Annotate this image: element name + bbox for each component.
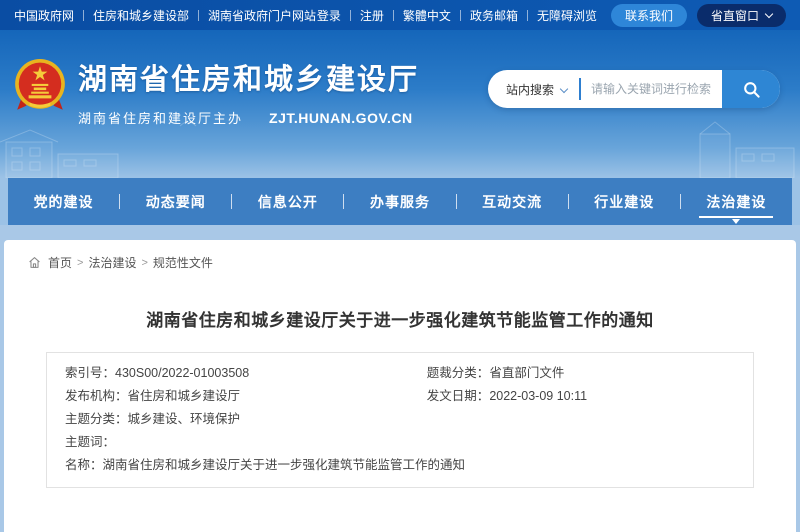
divider [527,10,528,21]
divider [393,10,394,21]
nav-active-label: 法治建设 [706,192,766,212]
site-subtitle: 湖南省住房和建设厅主办 [78,108,243,127]
meta-date-label: 发文日期： [427,389,490,403]
meta-category-label: 主题分类： [65,412,128,426]
search-button[interactable] [722,70,780,108]
document-meta-table: 索引号：430S00/2022-01003508 题裁分类：省直部门文件 发布机… [46,352,754,488]
active-tab-caret-icon [732,219,740,224]
meta-publisher-value: 省住房和城乡建设厅 [128,389,241,403]
search-input[interactable] [581,82,722,96]
site-domain: ZJT.HUNAN.GOV.CN [269,110,413,126]
meta-index-value: 430S00/2022-01003508 [115,366,249,380]
register-link[interactable]: 注册 [360,7,384,24]
accessibility-link[interactable]: 无障碍浏览 [537,7,597,24]
active-tab-underline [699,216,773,218]
meta-genre: 题裁分类：省直部门文件 [427,362,735,385]
national-emblem-logo [14,58,66,116]
link-mohurd[interactable]: 住房和城乡建设部 [93,7,189,24]
meta-genre-label: 题裁分类： [427,366,490,380]
page-title: 湖南省住房和城乡建设厅关于进一步强化建筑节能监管工作的通知 [4,306,796,331]
nav-services[interactable]: 办事服务 [344,178,455,225]
login-link[interactable]: 登录 [317,7,341,24]
breadcrumb-separator: > [77,257,83,269]
divider [83,10,84,21]
provincial-window-label: 省直窗口 [711,7,759,24]
search-scope-label: 站内搜索 [506,81,554,98]
search-icon [742,80,761,99]
meta-publisher-label: 发布机构： [65,389,128,403]
meta-date-value: 2022-03-09 10:11 [489,389,587,403]
contact-us-button[interactable]: 联系我们 [611,4,687,27]
chevron-down-icon [765,9,773,17]
home-icon [28,256,41,269]
brand-text: 湖南省住房和城乡建设厅 湖南省住房和建设厅主办 ZJT.HUNAN.GOV.CN [78,56,419,127]
meta-date: 发文日期：2022-03-09 10:11 [427,385,735,408]
meta-index-label: 索引号： [65,366,115,380]
breadcrumb-separator: > [141,257,147,269]
meta-keywords: 主题词： [65,431,735,454]
meta-row: 名称：湖南省住房和城乡建设厅关于进一步强化建筑节能监管工作的通知 [65,454,735,477]
main-nav-wrap: 党的建设 动态要闻 信息公开 办事服务 互动交流 行业建设 法治建设 [0,178,800,225]
divider [198,10,199,21]
breadcrumb-home[interactable]: 首页 [48,254,72,271]
meta-publisher: 发布机构：省住房和城乡建设厅 [65,385,427,408]
meta-row: 主题词： [65,431,735,454]
nav-interaction[interactable]: 互动交流 [457,178,568,225]
meta-row: 发布机构：省住房和城乡建设厅 发文日期：2022-03-09 10:11 [65,385,735,408]
topbar-left-links: 中国政府网 住房和城乡建设部 湖南省政府门户网站 [14,7,316,24]
breadcrumb-normative-docs[interactable]: 规范性文件 [153,254,213,271]
meta-category-value: 城乡建设、环境保护 [128,412,241,426]
content-card: 首页 > 法治建设 > 规范性文件 湖南省住房和城乡建设厅关于进一步强化建筑节能… [4,240,796,532]
content-wrap: 首页 > 法治建设 > 规范性文件 湖南省住房和城乡建设厅关于进一步强化建筑节能… [0,225,800,532]
top-utility-bar: 中国政府网 住房和城乡建设部 湖南省政府门户网站 登录 注册 繁體中文 政务邮箱… [0,0,800,30]
meta-keywords-label: 主题词： [65,435,115,449]
search-scope-dropdown[interactable]: 站内搜索 [488,81,579,98]
link-china-gov[interactable]: 中国政府网 [14,7,74,24]
meta-index: 索引号：430S00/2022-01003508 [65,362,427,385]
topbar-right-links: 登录 注册 繁體中文 政务邮箱 无障碍浏览 联系我们 省直窗口 [317,4,786,27]
meta-row: 索引号：430S00/2022-01003508 题裁分类：省直部门文件 [65,362,735,385]
nav-info-disclosure[interactable]: 信息公开 [232,178,343,225]
divider [460,10,461,21]
site-subtitle-row: 湖南省住房和建设厅主办 ZJT.HUNAN.GOV.CN [78,108,419,127]
site-brand: 湖南省住房和城乡建设厅 湖南省住房和建设厅主办 ZJT.HUNAN.GOV.CN [14,56,419,127]
meta-row: 主题分类：城乡建设、环境保护 [65,408,735,431]
breadcrumb-rule-of-law[interactable]: 法治建设 [88,254,136,271]
gov-mail-link[interactable]: 政务邮箱 [470,7,518,24]
meta-genre-value: 省直部门文件 [489,366,564,380]
meta-name-label: 名称： [65,458,103,472]
site-header: 湖南省住房和城乡建设厅 湖南省住房和建设厅主办 ZJT.HUNAN.GOV.CN… [0,30,800,178]
chevron-down-icon [560,85,568,93]
site-search-bar: 站内搜索 [488,70,780,108]
divider [350,10,351,21]
breadcrumb: 首页 > 法治建设 > 规范性文件 [4,240,796,271]
main-nav: 党的建设 动态要闻 信息公开 办事服务 互动交流 行业建设 法治建设 [8,178,792,225]
traditional-chinese-link[interactable]: 繁體中文 [403,7,451,24]
nav-party-building[interactable]: 党的建设 [8,178,119,225]
link-hunan-portal[interactable]: 湖南省政府门户网站 [208,7,316,24]
meta-category: 主题分类：城乡建设、环境保护 [65,408,735,431]
nav-industry[interactable]: 行业建设 [569,178,680,225]
nav-news[interactable]: 动态要闻 [120,178,231,225]
nav-rule-of-law-active[interactable]: 法治建设 [681,178,792,225]
meta-name-value: 湖南省住房和城乡建设厅关于进一步强化建筑节能监管工作的通知 [103,458,466,472]
meta-name: 名称：湖南省住房和城乡建设厅关于进一步强化建筑节能监管工作的通知 [65,454,735,477]
provincial-window-dropdown[interactable]: 省直窗口 [697,4,786,27]
site-title: 湖南省住房和城乡建设厅 [78,56,419,98]
